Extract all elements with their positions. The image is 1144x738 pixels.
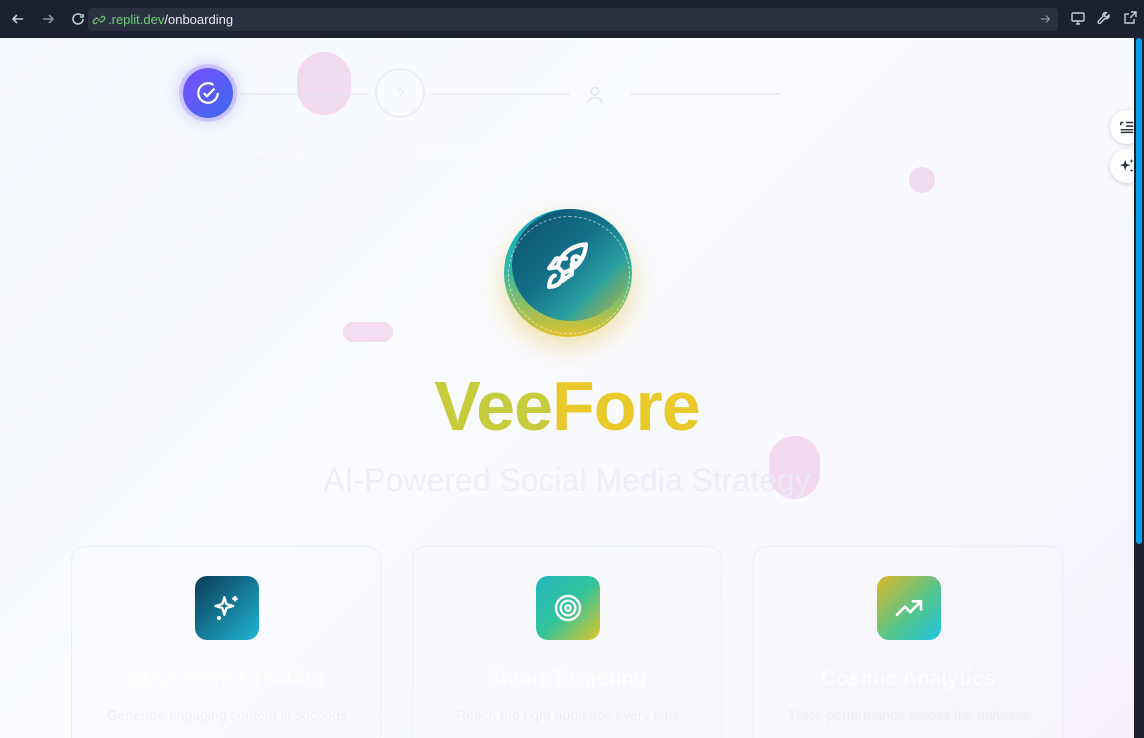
wrench-icon [1097,11,1110,25]
feature-card-smart-targeting: Smart Targeting Reach the right audience… [412,546,722,738]
check-circle-icon [197,82,219,104]
brand-title: VeeFore [0,366,1134,446]
card-icon-box [536,576,600,640]
step-connector [240,93,370,95]
sparkles-icon [214,596,238,620]
devtools-screen-button[interactable] [1070,10,1086,26]
user-icon [586,86,604,104]
step-connect-social-indicator[interactable]: ? [375,68,425,118]
link-icon [92,15,106,24]
forward-button[interactable] [34,5,62,33]
card-title: AI Content Creation [127,667,325,690]
scrollbar-thumb[interactable] [1136,38,1142,544]
brand-part-2: Fore [552,367,701,445]
decor-blob [343,322,393,342]
step-welcome-indicator[interactable] [183,68,233,118]
open-new-tab-button[interactable] [1122,10,1138,26]
browser-toolbar: .replit.dev/onboarding [0,0,1144,38]
card-title: Cosmic Analytics [820,667,996,690]
feature-card-ai-content: AI Content Creation Generate engaging co… [71,546,381,738]
card-description: Generate engaging content in seconds [106,707,348,723]
card-title: Smart Targeting [487,667,647,690]
step-personalize-indicator[interactable] [570,70,620,120]
quote-list-icon [1119,121,1134,134]
feature-card-cosmic-analytics: Cosmic Analytics Track performance acros… [753,546,1063,738]
card-description: Track performance across the universe [787,707,1031,723]
quote-widget-button[interactable] [1110,110,1134,144]
trending-up-icon [895,600,923,616]
step-connector [430,93,570,95]
step-connector [630,93,780,95]
arrow-right-icon [43,14,55,24]
decor-blob [297,52,351,115]
brand-part-1: Vee [434,367,553,445]
card-description: Reach the right audience every time [455,707,681,723]
url-domain: .replit.dev [108,12,165,27]
external-link-icon [1124,11,1137,24]
reload-icon [72,13,84,25]
back-button[interactable] [4,5,32,33]
step-label-connect-social: Connect Social [421,143,516,159]
rocket-icon [547,242,589,289]
sparkle-icon [1119,158,1134,173]
target-icon [554,594,582,622]
step-label-welcome: Welcome [248,143,307,159]
tagline: AI-Powered Social Media Strategy [323,462,811,498]
monitor-icon [1071,12,1085,25]
step-label-personalize: Personalize [625,143,699,159]
step-number: ? [396,85,404,101]
tools-button[interactable] [1096,10,1112,26]
card-icon-box [195,576,259,640]
card-icon-box [877,576,941,640]
arrow-left-icon [11,14,23,24]
address-bar[interactable]: .replit.dev/onboarding [88,8,1058,31]
onboarding-page: ? Welcome Connect Social Personalize Vee… [0,38,1134,738]
page-scrollbar[interactable] [1134,38,1144,738]
url-path: /onboarding [164,12,234,27]
ai-assistant-button[interactable] [1110,149,1134,183]
decor-blob [909,167,935,193]
go-arrow-icon[interactable] [1038,12,1052,26]
